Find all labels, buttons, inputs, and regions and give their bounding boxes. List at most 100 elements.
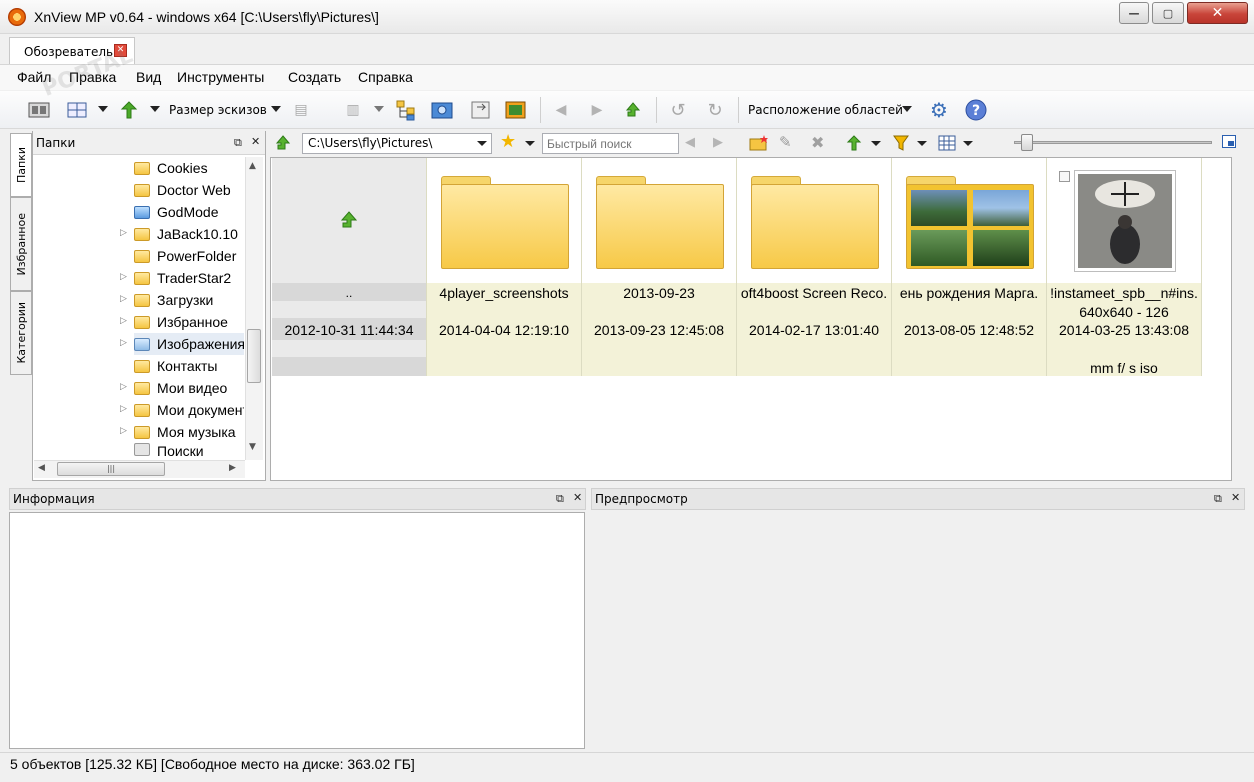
tree-item-powerfolder[interactable]: PowerFolder [134, 245, 244, 267]
side-tab-favorites[interactable]: Избранное [10, 197, 32, 291]
tree-item-searches[interactable]: Поиски [134, 443, 244, 460]
folder-icon [134, 403, 150, 417]
scroll-down-icon[interactable]: ▼ [249, 442, 256, 452]
tree-vertical-scrollbar[interactable] [245, 157, 263, 460]
panel-close-icon[interactable]: ✕ [573, 491, 582, 504]
item-folder[interactable]: oft4boost Screen Reco. 2014-02-17 13:01:… [737, 158, 892, 376]
expand-arrow-icon[interactable]: ▷ [120, 294, 127, 304]
sort-icon[interactable] [117, 98, 141, 122]
item-date: 2013-08-05 12:48:52 [904, 322, 1034, 338]
tree-item-jaback[interactable]: JaBack10.10 [134, 223, 244, 245]
menu-view[interactable]: Вид [136, 69, 161, 85]
expand-arrow-icon[interactable]: ▷ [120, 404, 127, 414]
image-thumbnail [1074, 170, 1176, 272]
export-icon[interactable] [468, 98, 494, 122]
capture-icon[interactable] [429, 98, 455, 122]
bookmark-icon[interactable]: ▥ [342, 98, 364, 122]
tree-structure-icon[interactable] [394, 98, 418, 122]
sort-dropdown-icon[interactable] [150, 106, 160, 112]
item-name: .. [345, 286, 353, 300]
expand-arrow-icon[interactable]: ▷ [120, 272, 127, 282]
new-folder-icon[interactable] [749, 134, 769, 155]
rename-icon[interactable]: ✎ [779, 133, 792, 151]
parent-folder-icon[interactable] [621, 98, 645, 122]
side-tab-folders[interactable]: Папки [10, 133, 32, 197]
tree-item-my-documents[interactable]: Мои документы [134, 399, 244, 421]
layout-areas-dropdown-icon[interactable] [902, 106, 912, 112]
item-folder[interactable]: 2013-09-23 2013-09-23 12:45:08 [582, 158, 737, 376]
menu-tools[interactable]: Инструменты [177, 69, 264, 85]
item-parent-folder[interactable]: .. 2012-10-31 11:44:34 [272, 158, 427, 376]
tree-item-godmode[interactable]: GodMode [134, 201, 244, 223]
help-icon[interactable]: ? [963, 98, 989, 122]
thumb-area [582, 158, 736, 283]
item-image[interactable]: !instameet_spb__n#ins. 640x640 - 126 201… [1047, 158, 1202, 376]
slideshow-icon[interactable] [503, 98, 529, 122]
rotate-right-icon[interactable]: ↻ [703, 98, 727, 122]
layout-grid-icon[interactable] [64, 98, 90, 122]
sort-order-icon[interactable] [845, 134, 863, 155]
back-icon[interactable]: ◀ [550, 98, 572, 122]
tree-item-favorites[interactable]: Избранное [134, 311, 244, 333]
tree-item-my-videos[interactable]: Мои видео [134, 377, 244, 399]
forward-icon[interactable]: ▶ [586, 98, 608, 122]
minimize-button[interactable]: — [1119, 2, 1149, 24]
tree-item-traderstar2[interactable]: TraderStar2 [134, 267, 244, 289]
rotate-left-icon[interactable]: ↺ [666, 98, 690, 122]
bookmark-dropdown-icon[interactable] [374, 106, 384, 112]
panel-close-icon[interactable]: ✕ [251, 135, 260, 148]
tree-item-doctor-web[interactable]: Doctor Web [134, 179, 244, 201]
thumb-size-slider-handle[interactable] [1021, 134, 1033, 151]
settings-gear-icon[interactable]: ⚙ [927, 98, 951, 122]
favorites-star-icon[interactable]: ★ [500, 131, 516, 152]
tree-scroll-thumb[interactable] [247, 329, 261, 383]
tree-item-my-music[interactable]: Моя музыка [134, 421, 244, 443]
menu-create[interactable]: Создать [288, 69, 341, 85]
menu-help[interactable]: Справка [358, 69, 413, 85]
close-window-button[interactable]: ✕ [1187, 2, 1248, 24]
scroll-right-icon[interactable]: ▶ [229, 463, 236, 473]
search-next-icon[interactable]: ▶ [713, 135, 723, 150]
go-up-icon[interactable] [274, 134, 292, 155]
layout-dropdown-icon[interactable] [98, 106, 108, 112]
search-prev-icon[interactable]: ◀ [685, 135, 695, 150]
path-dropdown-icon[interactable] [477, 141, 487, 146]
path-combo[interactable]: C:\Users\fly\Pictures\ [302, 133, 492, 154]
item-folder[interactable]: ень рождения Марга. 2013-08-05 12:48:52 [892, 158, 1047, 376]
view-grid-icon[interactable] [938, 135, 956, 154]
side-tab-categories[interactable]: Категории [10, 291, 32, 375]
expand-arrow-icon[interactable]: ▷ [120, 338, 127, 348]
control-panel-icon [134, 205, 150, 219]
expand-arrow-icon[interactable]: ▷ [120, 382, 127, 392]
view-grid-dropdown-icon[interactable] [963, 141, 973, 146]
undock-icon[interactable]: ⧉ [556, 492, 564, 506]
scroll-up-icon[interactable]: ▲ [249, 161, 256, 171]
thumb-size-slider[interactable] [1014, 141, 1212, 144]
tree-item-contacts[interactable]: Контакты [134, 355, 244, 377]
delete-icon[interactable]: ✖ [811, 133, 824, 152]
expand-arrow-icon[interactable]: ▷ [120, 316, 127, 326]
panel-maximize-icon[interactable] [1222, 135, 1236, 148]
expand-arrow-icon[interactable]: ▷ [120, 228, 127, 238]
filter-dropdown-icon[interactable] [917, 141, 927, 146]
tree-item-cookies[interactable]: Cookies [134, 157, 244, 179]
quick-search-input[interactable] [542, 133, 679, 154]
undock-icon[interactable]: ⧉ [234, 136, 242, 150]
scroll-left-icon[interactable]: ◀ [38, 463, 45, 473]
filter-icon[interactable] [893, 134, 909, 155]
sort-order-dropdown-icon[interactable] [871, 141, 881, 146]
thumb-size-dropdown-icon[interactable] [271, 106, 281, 112]
expand-arrow-icon[interactable]: ▷ [120, 426, 127, 436]
tree-item-pictures[interactable]: Изображения [134, 333, 244, 355]
tree-hscroll-thumb[interactable]: ||| [57, 462, 165, 476]
item-folder[interactable]: 4player_screenshots 2014-04-04 12:19:10 [427, 158, 582, 376]
thumb-size-label[interactable]: Размер эскизов [169, 103, 267, 117]
maximize-button[interactable]: ▢ [1152, 2, 1184, 24]
panel-close-icon[interactable]: ✕ [1231, 491, 1240, 504]
favorites-dropdown-icon[interactable] [525, 141, 535, 146]
layout-label[interactable]: Расположение областей [748, 103, 903, 117]
undock-icon[interactable]: ⧉ [1214, 492, 1222, 506]
select-checkbox[interactable] [1059, 171, 1070, 182]
page-icon[interactable]: ▤ [290, 98, 312, 122]
tree-item-downloads[interactable]: Загрузки [134, 289, 244, 311]
